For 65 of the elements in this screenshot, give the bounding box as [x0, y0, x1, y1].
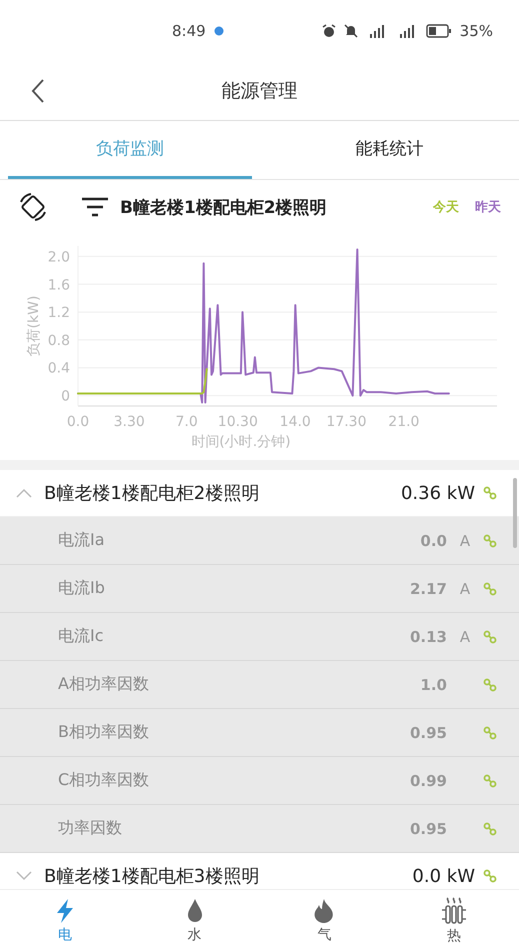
link-icon[interactable] — [483, 534, 497, 548]
battery-percent: 35% — [460, 22, 493, 40]
link-icon[interactable] — [483, 869, 497, 883]
metric-unit: A — [458, 580, 472, 598]
device-name: B幢老楼1楼配电柜2楼照明 — [44, 482, 260, 505]
chevron-up-icon[interactable] — [16, 488, 32, 498]
chevron-down-icon[interactable] — [16, 871, 32, 881]
x-tick-label: 21.0 — [388, 414, 420, 430]
metric-value: 1.0 — [419, 676, 447, 694]
drop-icon — [186, 898, 204, 924]
metric-value: 0.95 — [408, 724, 447, 742]
metric-unit: A — [458, 628, 472, 646]
nav-tab[interactable]: 电 — [0, 890, 130, 952]
link-icon[interactable] — [483, 486, 497, 500]
link-icon[interactable] — [483, 774, 497, 788]
y-tick-label: 1.6 — [48, 277, 70, 294]
radiator-icon — [441, 897, 468, 925]
metric-value: 2.17 — [408, 580, 447, 598]
y-tick-label: 0.8 — [48, 332, 70, 349]
filter-icon[interactable] — [80, 196, 110, 218]
alarm-icon — [322, 24, 336, 38]
metric-label: C相功率因数 — [58, 770, 150, 791]
x-tick-label: 14.0 — [280, 414, 311, 430]
nav-tab[interactable]: 水 — [130, 890, 260, 952]
y-tick-label: 1.2 — [48, 305, 70, 322]
battery-icon — [426, 24, 452, 38]
y-tick-label: 2.0 — [48, 249, 70, 266]
metric-value: 0.95 — [408, 820, 447, 838]
metric-value: 0.13 — [408, 628, 447, 646]
metric-label: B相功率因数 — [58, 722, 150, 743]
nav-tab[interactable]: 热 — [389, 890, 519, 952]
x-axis-title: 时间(小时.分钟) — [191, 434, 291, 450]
metric-label: 电流Ic — [58, 626, 105, 647]
metric-value: 0.99 — [408, 772, 447, 790]
y-tick-label: 0 — [61, 388, 70, 405]
clock-time: 8:49 — [172, 22, 206, 40]
metric-label: 电流Ia — [58, 530, 106, 551]
x-tick-label: 10.30 — [218, 414, 258, 430]
x-tick-label: 0.0 — [66, 414, 90, 430]
x-tick-label: 3.30 — [114, 414, 145, 430]
y-axis-title: 负荷(kW) — [26, 296, 42, 356]
legend-label[interactable]: 昨天 — [475, 198, 501, 216]
metric-unit: A — [458, 532, 472, 550]
device-load: 0.0 kW — [412, 866, 475, 886]
link-icon[interactable] — [483, 582, 497, 596]
link-icon[interactable] — [483, 678, 497, 692]
bell-off-icon — [344, 24, 358, 38]
weather-icon — [214, 26, 224, 36]
metric-label: A相功率因数 — [58, 674, 150, 695]
x-tick-label: 7.0 — [176, 414, 198, 430]
page-title: 能源管理 — [222, 79, 298, 104]
metric-value: 0.0 — [419, 532, 447, 550]
nav-tab[interactable]: 气 — [260, 890, 390, 952]
link-icon[interactable] — [483, 822, 497, 836]
link-icon[interactable] — [483, 630, 497, 644]
tab[interactable]: 能耗统计 — [268, 121, 511, 179]
device-name: B幢老楼1楼配电柜3楼照明 — [44, 865, 260, 888]
metric-label: 电流Ib — [58, 578, 106, 599]
link-icon[interactable] — [483, 726, 497, 740]
metric-label: 功率因数 — [58, 818, 123, 839]
chart-title: B幢老楼1楼配电柜2楼照明 — [120, 196, 327, 218]
y-tick-label: 0.4 — [48, 360, 70, 377]
device-load: 0.36 kW — [400, 482, 475, 504]
x-tick-label: 17.30 — [326, 414, 367, 430]
scrollbar[interactable] — [513, 478, 517, 548]
